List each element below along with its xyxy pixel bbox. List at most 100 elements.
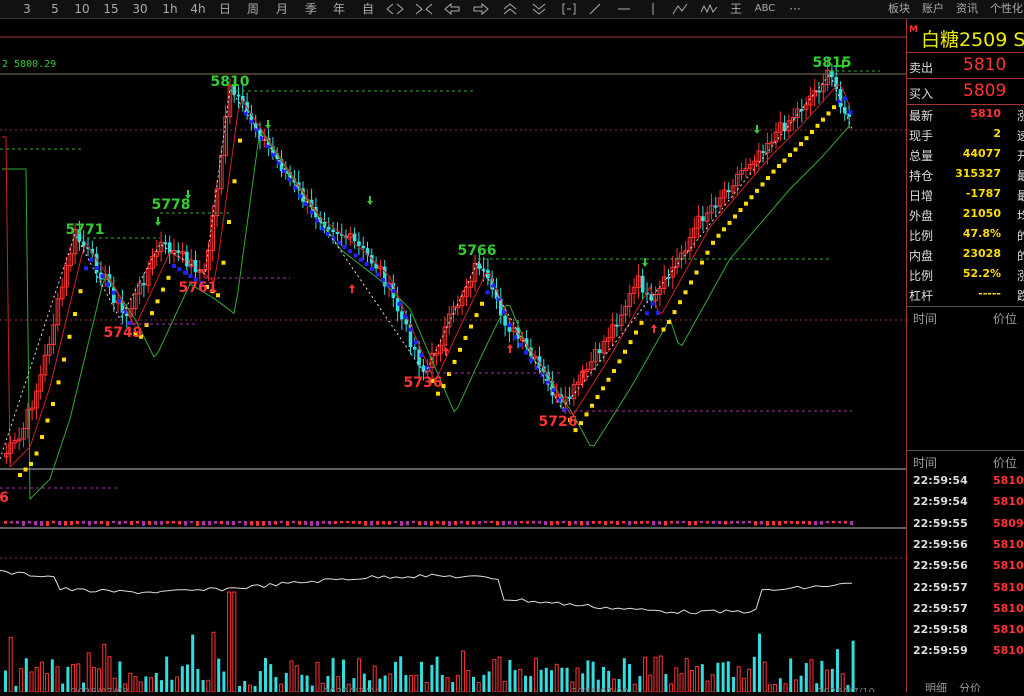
period-day[interactable]: 日: [217, 0, 233, 18]
sub-bar: [796, 521, 799, 525]
sub-bar: [670, 521, 673, 524]
stat-label: 外盘: [909, 209, 934, 223]
kline-chart[interactable]: 5810 5771 5778 5749 5761 5766 5736 5726 5815 6 202…: [0, 19, 906, 696]
volume-bar: [482, 674, 486, 692]
fib-icon[interactable]: 王: [728, 0, 744, 18]
more-icon[interactable]: ···: [786, 0, 804, 18]
period-3[interactable]: 3: [20, 0, 34, 18]
period-1h[interactable]: 1h: [161, 0, 179, 18]
candle-body: [185, 251, 189, 267]
sub-bar: [718, 521, 721, 525]
sub-bar: [766, 521, 769, 526]
tab-price-dist[interactable]: 分价: [959, 680, 981, 692]
double-up-icon[interactable]: [501, 2, 519, 16]
period-4h[interactable]: 4h: [189, 0, 207, 18]
candle-body: [615, 324, 619, 327]
volume-bar: [554, 663, 559, 693]
volume-bar: [414, 674, 419, 693]
period-30[interactable]: 30: [131, 0, 149, 18]
trend-dot: [612, 369, 616, 373]
fit-icon[interactable]: [560, 2, 578, 16]
volume-bar: [399, 656, 403, 692]
volume-bar: [34, 666, 39, 693]
signal-arrow-down: [367, 196, 373, 205]
arrow-right-icon[interactable]: [472, 2, 490, 16]
trend-dot: [518, 342, 523, 347]
period-month[interactable]: 月: [274, 0, 290, 18]
trend-dot: [782, 158, 787, 163]
collapse-arrows-icon[interactable]: [414, 2, 434, 16]
trend-dot: [392, 289, 396, 293]
volume-bar: [658, 655, 663, 693]
trend-dot: [265, 144, 270, 149]
trend-dot: [359, 257, 363, 262]
tab-detail[interactable]: 明细: [925, 680, 947, 692]
period-10[interactable]: 10: [73, 0, 91, 18]
stat-value: 2: [993, 127, 1001, 140]
trend-dot: [276, 160, 281, 165]
kline-chart-area[interactable]: 5810 5771 5778 5749 5761 5766 5736 5726 5815 6 202…: [0, 19, 906, 696]
abc-icon[interactable]: ABC: [753, 0, 777, 18]
volume-bar: [430, 664, 434, 692]
sub-bar: [214, 521, 217, 524]
volume-bar: [684, 658, 689, 693]
tick-row: 22:59:56 5810: [907, 535, 1024, 556]
period-5[interactable]: 5: [48, 0, 62, 18]
quote-panel: M 白糖2509 S 卖出 5810 买入 5809 最新5810涨现手2速总量…: [906, 19, 1024, 692]
period-15[interactable]: 15: [102, 0, 120, 18]
trend-dot: [584, 412, 589, 417]
peak-label: 5766: [458, 243, 497, 259]
trend-dot: [122, 310, 127, 314]
double-down-icon[interactable]: [530, 2, 548, 16]
stat-extra-label: 均: [1017, 207, 1024, 224]
volume-bar: [170, 679, 174, 692]
draw-line-icon[interactable]: [588, 2, 602, 16]
menu-personalize[interactable]: 个性化: [990, 0, 1023, 18]
menu-news[interactable]: 资讯: [956, 0, 978, 18]
vertical-line-icon[interactable]: [646, 2, 660, 16]
ask-row: 卖出 5810: [907, 52, 1024, 79]
expand-arrows-icon[interactable]: [385, 2, 405, 16]
indicator-line: [0, 569, 852, 615]
sub-bar: [622, 521, 625, 524]
trend-dot: [766, 176, 770, 180]
stat-label: 最新: [909, 109, 934, 123]
trend-dot: [403, 314, 407, 319]
trend-dot: [227, 220, 231, 224]
sub-bar: [520, 521, 523, 524]
volume-bar: [279, 683, 284, 693]
volume-bar: [632, 683, 637, 693]
stat-row: 比例 47.8% 的: [907, 224, 1024, 244]
period-week[interactable]: 周: [245, 0, 261, 18]
trend-dot: [700, 260, 704, 265]
volume-bar: [217, 658, 221, 692]
trend-dot: [320, 226, 325, 231]
ask-label: 卖出: [909, 61, 934, 75]
date-axis-label: 2025/07/04: [323, 687, 381, 692]
period-custom[interactable]: 自: [360, 0, 376, 18]
period-year[interactable]: 年: [331, 0, 347, 18]
sub-bar: [232, 521, 235, 526]
sub-bar: [808, 521, 811, 525]
menu-sector[interactable]: 板块: [888, 0, 910, 18]
trend-dot: [837, 99, 842, 104]
tick-price: 5809: [993, 516, 1024, 530]
trend-dot: [100, 274, 105, 279]
horizontal-line-icon[interactable]: [617, 2, 631, 16]
period-quarter[interactable]: 季: [303, 0, 319, 18]
menu-account[interactable]: 账户: [922, 0, 944, 18]
volume-bar: [4, 670, 7, 692]
trend-dot: [760, 182, 765, 187]
volume-bar: [55, 666, 60, 693]
candle-body: [357, 241, 361, 246]
wave-icon[interactable]: [700, 2, 718, 16]
trend-dot: [117, 299, 121, 303]
polyline-icon[interactable]: [672, 2, 688, 16]
stat-row: 日增 -1787 最: [907, 184, 1024, 204]
sub-bar: [658, 521, 661, 525]
arrow-left-icon[interactable]: [443, 2, 461, 16]
toolbar: 3 5 10 15 30 1h 4h 日 周 月 季 年 自 王 ABC ···…: [0, 0, 1024, 19]
trend-dot: [172, 264, 176, 268]
trend-dot: [84, 266, 88, 271]
trend-dot: [232, 179, 237, 184]
